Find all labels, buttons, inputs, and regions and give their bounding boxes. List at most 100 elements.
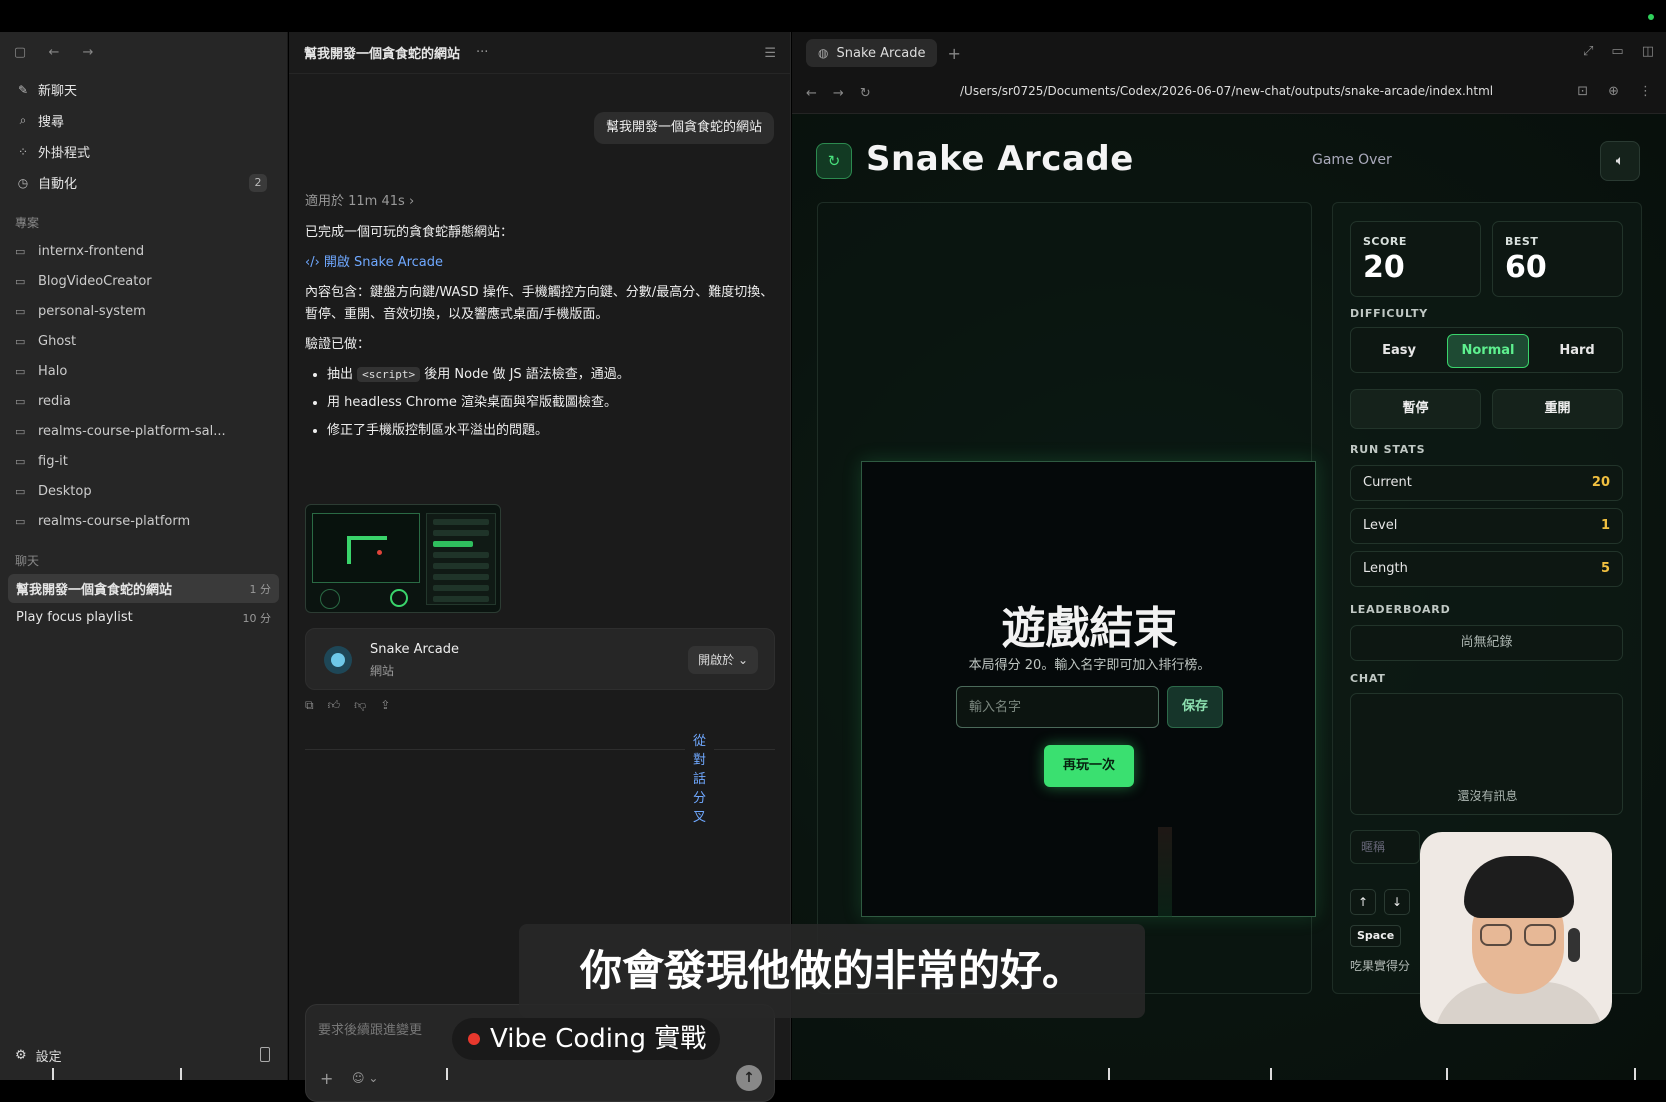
user-message: 幫我開發一個貪食蛇的網站 [593, 112, 774, 144]
sound-toggle-button[interactable]: 🔈︎ [1600, 141, 1640, 181]
clock-icon: ◷ [17, 175, 29, 190]
sidebar-nav-item[interactable]: ⁘ 外掛程式 [8, 136, 279, 167]
arrow-down-key[interactable]: ↓ [1384, 889, 1410, 915]
verify-list: 抽出 <script> 後用 Node 做 JS 語法檢查，通過。用 headl… [327, 364, 775, 442]
verify-item: 修正了手機版控制區水平溢出的問題。 [327, 420, 775, 442]
gear-icon: ⚙ [15, 1047, 27, 1063]
os-top-bar [0, 0, 1666, 32]
thumbs-down-icon[interactable]: 👎︎ [354, 698, 366, 713]
score-value: 20 [1363, 250, 1405, 285]
chat-label: CHAT [1350, 672, 1386, 685]
forward-icon[interactable]: → [833, 86, 844, 101]
assistant-message: 已完成一個可玩的貪食蛇靜態網站： ‹/› 開啟 Snake Arcade 內容包… [305, 222, 775, 448]
share-icon[interactable]: ⇪ [380, 698, 390, 713]
pause-button[interactable]: 暫停 [1350, 389, 1481, 429]
back-icon[interactable]: ← [806, 86, 817, 101]
worked-for-toggle[interactable]: 適用於 11m 41s › [305, 190, 414, 209]
worked-for-label: 適用於 11m 41s [305, 194, 405, 209]
open-in-button[interactable]: 開啟於 ⌄ [688, 646, 758, 674]
chat-item[interactable]: Play focus playlist 10 分 [8, 603, 279, 632]
chat-header: 幫我開發一個貪食蛇的網站 ··· ☰ [289, 32, 790, 74]
best-label: BEST [1505, 235, 1539, 248]
sidebar-nav-item[interactable]: ⌕ 搜尋 [8, 105, 279, 136]
save-score-button[interactable]: 保存 [1167, 686, 1223, 728]
url-text[interactable]: /Users/sr0725/Documents/Codex/2026-06-07… [960, 84, 1493, 98]
open-snake-link[interactable]: ‹/› 開啟 Snake Arcade [305, 252, 775, 274]
screenshot-thumbnail[interactable] [305, 504, 501, 613]
project-item[interactable]: ▭ realms-course-platform [0, 506, 287, 536]
timeline-ticks [0, 1068, 1666, 1080]
chevron-right-icon: › [408, 194, 415, 209]
live-label-text: Vibe Coding 實戰 [490, 1024, 707, 1054]
kebab-icon[interactable]: ⋮ [1639, 84, 1652, 99]
copy-icon[interactable]: ⧉ [305, 698, 314, 713]
run-stat-value: 20 [1591, 475, 1610, 490]
score-box: SCORE 20 [1350, 221, 1481, 297]
snake-remnant [1158, 827, 1172, 917]
space-key: Space [1350, 925, 1402, 947]
difficulty-hard[interactable]: Hard [1536, 334, 1618, 368]
game-over-subtitle: 本局得分 20。輸入名字即可加入排行榜。 [968, 658, 1211, 673]
more-icon[interactable]: ··· [476, 45, 488, 60]
folder-icon: ▭ [15, 514, 26, 528]
chat-item-title: Play focus playlist [16, 610, 133, 625]
projects-list: ▭ internx-frontend ▭ BlogVideoCreator ▭ perso… [0, 236, 287, 536]
chevron-down-icon: ⌄ [737, 653, 748, 667]
globe-icon: ◍ [818, 46, 829, 60]
globe-icon [324, 646, 352, 674]
game-board[interactable]: 遊戲結束 本局得分 20。輸入名字即可加入排行榜。 保存 再玩一次 [861, 461, 1316, 917]
tab-title: Snake Arcade [836, 45, 926, 61]
screenshot-icon[interactable]: ⊡ [1577, 84, 1588, 99]
run-stat-key: Level [1363, 518, 1398, 533]
project-item[interactable]: ▭ Desktop [0, 476, 287, 506]
project-item[interactable]: ▭ Ghost [0, 326, 287, 356]
project-item[interactable]: ▭ personal-system [0, 296, 287, 326]
browser-tab[interactable]: ◍ Snake Arcade [806, 39, 938, 67]
run-stats-label: RUN STATS [1350, 443, 1426, 456]
sidebar-nav-item[interactable]: ◷ 自動化 2 [8, 167, 279, 198]
list-icon[interactable]: ☰ [764, 46, 776, 61]
run-stat-key: Current [1363, 475, 1412, 490]
phone-icon[interactable] [260, 1047, 270, 1062]
thumbs-up-icon[interactable]: 👍︎ [328, 698, 341, 713]
reload-icon[interactable]: ↻ [860, 86, 871, 101]
back-arrow-icon[interactable]: ← [46, 45, 62, 61]
split-view-icon[interactable]: ◫ [1642, 44, 1654, 59]
folder-icon: ▭ [15, 424, 26, 438]
difficulty-normal[interactable]: Normal [1447, 334, 1529, 368]
layout-icon[interactable]: ▭ [1611, 44, 1623, 59]
project-item[interactable]: ▭ realms-course-platform-sal... [0, 416, 287, 446]
play-again-button[interactable]: 再玩一次 [1044, 745, 1134, 787]
plugins-icon: ⁘ [17, 144, 29, 159]
restart-button[interactable]: 重開 [1492, 389, 1623, 429]
project-label: Halo [38, 363, 68, 379]
expand-icon[interactable]: ⤢ [1583, 44, 1593, 59]
sidebar-nav: ✎ 新聊天 ⌕ 搜尋 ⁘ 外掛程式 ◷ 自動化 2 [0, 74, 287, 198]
project-item[interactable]: ▭ internx-frontend [0, 236, 287, 266]
branch-label: 從對話分叉 [685, 730, 715, 825]
difficulty-easy[interactable]: Easy [1358, 334, 1440, 368]
open-link-label: 開啟 Snake Arcade [323, 255, 444, 270]
run-stat-row: Current 20 [1350, 465, 1623, 501]
folder-icon: ▭ [15, 394, 26, 408]
folder-icon: ▭ [15, 274, 26, 288]
project-label: Desktop [38, 483, 92, 499]
project-item[interactable]: ▭ BlogVideoCreator [0, 266, 287, 296]
forward-arrow-icon[interactable]: → [80, 45, 96, 61]
project-item[interactable]: ▭ Halo [0, 356, 287, 386]
chat-item-time: 10 分 [242, 611, 272, 625]
new-tab-icon[interactable]: + [947, 44, 960, 63]
arrow-up-key[interactable]: ↑ [1350, 889, 1376, 915]
record-dot-icon [468, 1033, 480, 1045]
player-name-input[interactable] [956, 686, 1159, 728]
nickname-input[interactable]: 暱稱 [1350, 830, 1420, 864]
verify-text: 修正了手機版控制區水平溢出的問題。 [327, 423, 549, 438]
site-card[interactable]: Snake Arcade 網站 開啟於 ⌄ [305, 628, 775, 690]
project-item[interactable]: ▭ redia [0, 386, 287, 416]
project-item[interactable]: ▭ fig-it [0, 446, 287, 476]
sidebar-toggle-icon[interactable]: ▢ [12, 45, 28, 61]
chat-item[interactable]: 幫我開發一個貪食蛇的網站 1 分 [8, 574, 279, 603]
sidebar-nav-item[interactable]: ✎ 新聊天 [8, 74, 279, 105]
add-icon[interactable]: ⊕ [1608, 84, 1619, 99]
thumb-panel [426, 513, 496, 605]
